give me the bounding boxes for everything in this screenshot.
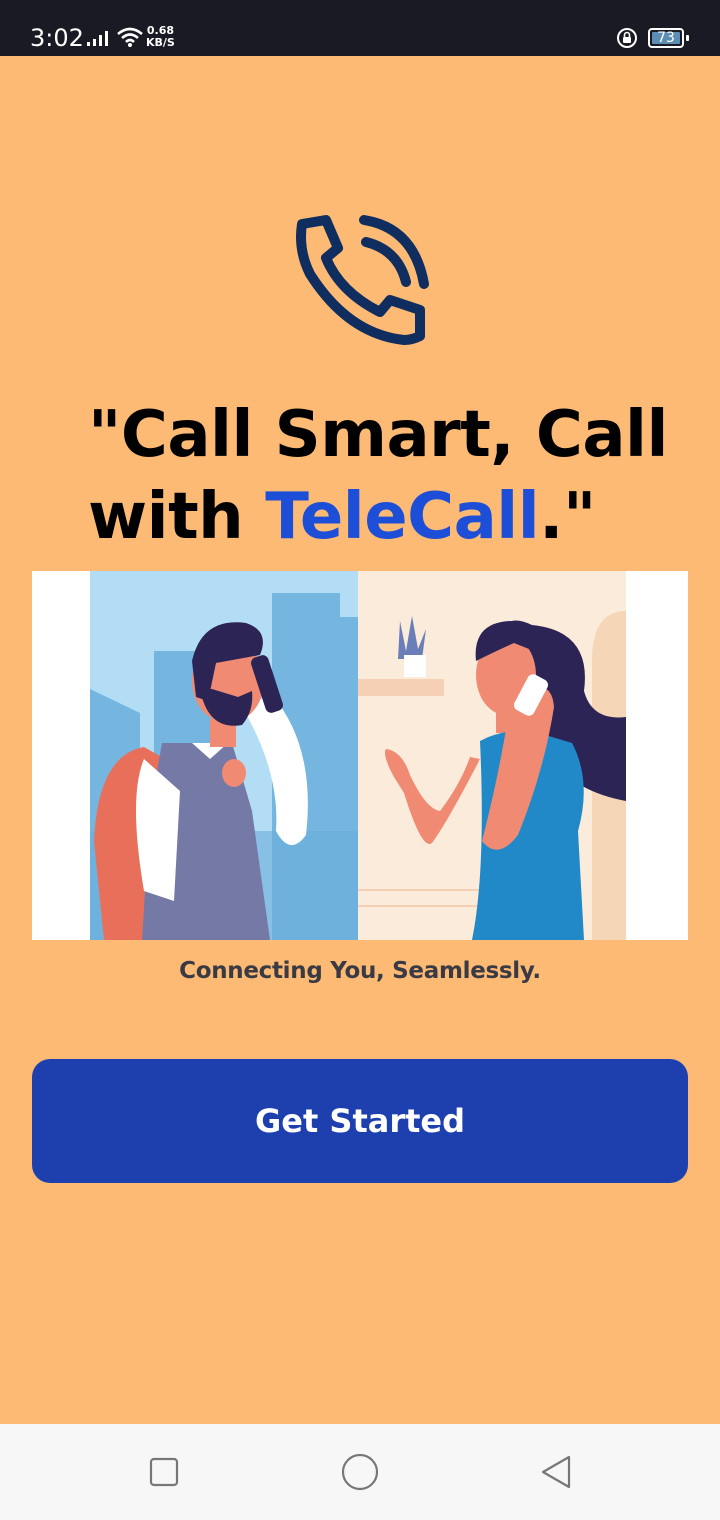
headline-with: with	[88, 480, 244, 554]
headline-end: ."	[539, 480, 596, 554]
tagline: Connecting You, Seamlessly.	[179, 958, 541, 984]
rotation-lock-icon	[617, 28, 637, 48]
headline: "Call Smart, Call with TeleCall."	[88, 394, 668, 558]
recents-square-icon	[149, 1457, 179, 1487]
two-people-phone-call-illustration	[32, 571, 688, 940]
battery-icon: 73	[648, 28, 684, 48]
navigation-bar	[0, 1424, 720, 1520]
home-button[interactable]	[336, 1448, 384, 1496]
battery-tip	[686, 35, 689, 41]
brand-name: TeleCall	[265, 480, 540, 554]
recents-button[interactable]	[140, 1448, 188, 1496]
network-speed-unit: KB/S	[146, 36, 175, 49]
home-circle-icon	[341, 1453, 379, 1491]
phone-call-icon	[296, 215, 429, 345]
network-speed: 0.68 KB/S	[146, 25, 175, 49]
status-bar: 3:02 0.68 KB/S 73	[0, 0, 720, 56]
headline-line-2: with TeleCall."	[88, 476, 648, 558]
back-button[interactable]	[532, 1448, 580, 1496]
back-triangle-icon	[541, 1455, 571, 1489]
headline-line-1: "Call Smart, Call	[88, 398, 668, 472]
get-started-button[interactable]: Get Started	[32, 1059, 688, 1183]
status-time: 3:02	[30, 24, 84, 52]
wifi-icon	[117, 27, 143, 47]
signal-icon	[87, 31, 108, 46]
battery-level: 73	[652, 31, 680, 45]
